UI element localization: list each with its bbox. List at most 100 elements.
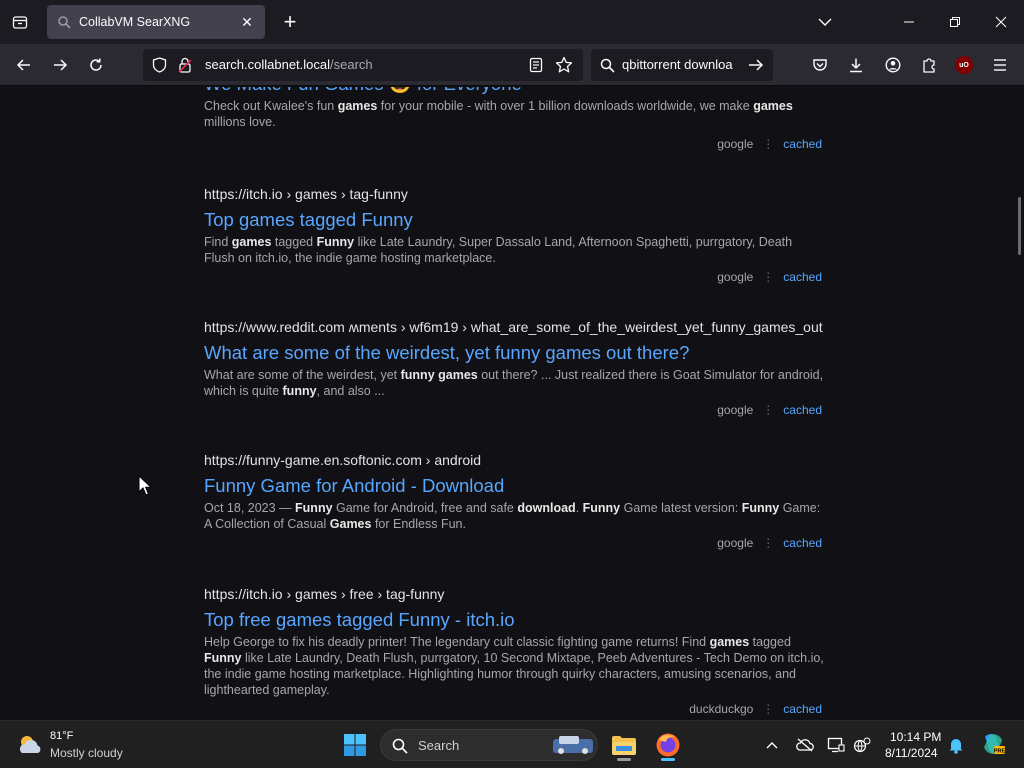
snippet-text: millions love. (204, 115, 276, 129)
minimize-button[interactable] (894, 8, 924, 36)
snippet-highlight: Funny (741, 501, 780, 515)
app-active-indicator (661, 758, 675, 761)
cached-link[interactable]: cached (783, 403, 822, 417)
tab-searxng[interactable]: CollabVM SearXNG ✕ (47, 5, 265, 39)
app-menu-button[interactable] (986, 52, 1014, 78)
cached-link[interactable]: cached (783, 137, 822, 151)
search-result: https://itch.io › games › tag-funny Top … (204, 185, 824, 284)
snippet-highlight: games (709, 635, 750, 649)
bookmark-star-icon[interactable] (555, 56, 573, 74)
result-url[interactable]: https://itch.io › games › free › tag-fun… (204, 585, 824, 603)
chevron-up-icon (766, 742, 778, 749)
back-arrow-icon (16, 59, 30, 71)
result-title-link[interactable]: What are some of the weirdest, yet funny… (204, 342, 824, 364)
app-running-indicator (617, 758, 631, 761)
result-engine: google (717, 137, 754, 151)
chevron-down-icon (818, 18, 832, 26)
result-meta: google ⋮ cached (717, 403, 822, 417)
minimize-icon (904, 21, 914, 23)
result-url[interactable]: https://www.reddit.com ʍments › wf6m19 ›… (204, 318, 824, 336)
cloudy-weather-icon[interactable] (16, 731, 44, 759)
snippet-text: What are some of the weirdest, yet (204, 368, 401, 382)
reader-view-icon[interactable] (529, 57, 543, 73)
forward-button[interactable] (46, 52, 74, 78)
windows-start-icon[interactable] (343, 733, 367, 757)
result-snippet: Oct 18, 2023 — Funny Game for Android, f… (204, 500, 824, 532)
result-meta: google ⋮ cached (717, 137, 822, 151)
display-tray[interactable] (826, 735, 846, 755)
account-button[interactable] (879, 52, 907, 78)
mouse-pointer-icon (138, 475, 152, 496)
weather-description[interactable]: Mostly cloudy (50, 746, 123, 760)
result-url[interactable]: https://itch.io › games › tag-funny (204, 185, 824, 203)
snippet-text: Oct 18, 2023 — (204, 501, 296, 515)
result-title-link[interactable]: Funny Game for Android - Download (204, 475, 824, 497)
clock-date[interactable]: 8/11/2024 (885, 746, 938, 760)
result-title-link[interactable]: Top free games tagged Funny - itch.io (204, 609, 824, 631)
snippet-text: Game for Android, free and safe (332, 501, 518, 515)
weather-temperature[interactable]: 81°F (50, 730, 73, 742)
new-tab-button[interactable]: + (278, 9, 302, 34)
cloud-offline-icon (796, 738, 814, 752)
show-hidden-icons-button[interactable] (762, 735, 782, 755)
lock-warning-icon[interactable] (178, 57, 192, 73)
tab-title: CollabVM SearXNG (79, 15, 191, 29)
url-path: /search (330, 57, 373, 72)
shield-icon[interactable] (152, 57, 167, 73)
extensions-button[interactable] (915, 52, 943, 78)
snippet-highlight: Funny (295, 501, 333, 515)
snippet-text: . (575, 501, 583, 515)
cached-link[interactable]: cached (783, 536, 822, 550)
scrollbar-thumb[interactable] (1018, 197, 1021, 255)
close-window-button[interactable] (986, 8, 1016, 36)
result-title-link[interactable]: Top games tagged Funny (204, 209, 824, 231)
copilot-button[interactable]: PRE (980, 731, 1006, 757)
back-button[interactable] (10, 52, 38, 78)
clock-time[interactable]: 10:14 PM (890, 730, 941, 744)
result-title-link[interactable]: We Make Fun Games 😄 for Everyone (204, 87, 824, 95)
firefox-app[interactable] (652, 729, 684, 761)
taskbar-search-label: Search (418, 738, 460, 753)
result-engine: google (717, 536, 754, 550)
go-arrow-icon[interactable] (748, 58, 764, 72)
result-engine: duckduckgo (689, 702, 754, 716)
notifications-button[interactable] (946, 735, 966, 755)
result-snippet: Check out Kwalee's fun games for your mo… (204, 98, 824, 130)
snippet-highlight: games (337, 99, 378, 113)
file-explorer-app[interactable] (608, 729, 640, 761)
search-input[interactable]: qbittorrent downloa (622, 57, 744, 72)
search-icon (392, 738, 408, 754)
ublock-origin-icon[interactable]: uO (955, 56, 973, 74)
hamburger-menu-icon (994, 59, 1006, 71)
snippet-text: Game latest version: (620, 501, 742, 515)
snippet-text: tagged (749, 635, 791, 649)
tab-close-icon[interactable]: ✕ (239, 14, 255, 30)
restore-button[interactable] (940, 8, 970, 36)
result-url[interactable]: https://funny-game.en.softonic.com › and… (204, 451, 824, 469)
monitor-icon (827, 737, 845, 753)
search-result: We Make Fun Games 😄 for Everyone Check o… (204, 87, 824, 151)
cached-link[interactable]: cached (783, 270, 822, 284)
address-bar[interactable]: search.collabnet.local/search (143, 49, 583, 81)
onedrive-tray[interactable] (795, 735, 815, 755)
network-tray[interactable] (852, 735, 872, 755)
snippet-text: Help George to fix his deadly printer! T… (204, 635, 710, 649)
tab-list-button[interactable] (814, 12, 836, 32)
search-results-page: We Make Fun Games 😄 for Everyone Check o… (0, 87, 1024, 720)
snippet-text: for Endless Fun. (371, 517, 466, 531)
snippet-highlight: funny games (400, 368, 478, 382)
pocket-button[interactable] (806, 52, 834, 78)
search-bar[interactable]: qbittorrent downloa (591, 49, 773, 81)
taskbar-search-box[interactable]: Search (380, 729, 598, 761)
result-snippet: Find games tagged Funny like Late Laundr… (204, 234, 824, 266)
snippet-text: , and also ... (316, 384, 385, 398)
reload-button[interactable] (82, 52, 110, 78)
downloads-button[interactable] (842, 52, 870, 78)
result-meta: duckduckgo ⋮ cached (689, 702, 822, 716)
vertical-dots-icon: ⋮ (762, 702, 775, 716)
vertical-dots-icon: ⋮ (762, 270, 775, 284)
snippet-text: like Late Laundry, Death Flush, purrgato… (204, 651, 824, 697)
tab-overview-button[interactable] (6, 8, 34, 36)
cached-link[interactable]: cached (783, 702, 822, 716)
snippet-highlight: funny (282, 384, 317, 398)
